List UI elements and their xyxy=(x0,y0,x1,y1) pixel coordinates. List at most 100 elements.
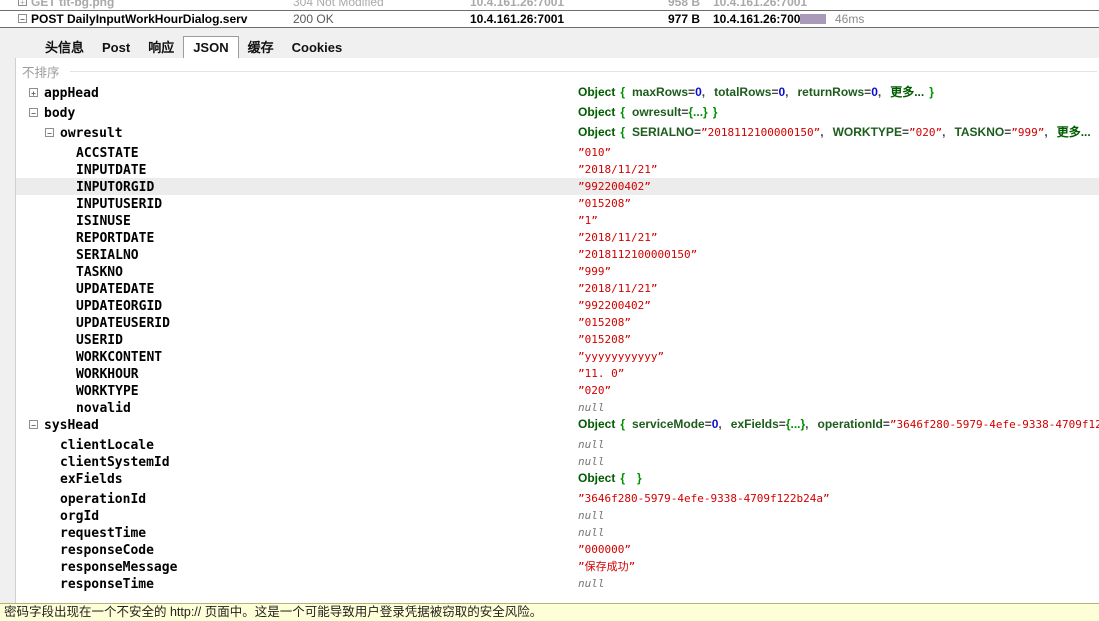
preview-close: } xyxy=(929,85,934,99)
json-value: ”992200402” xyxy=(578,297,651,314)
null-value: null xyxy=(578,509,605,522)
json-row-ACCSTATE: ACCSTATE ”010” xyxy=(16,144,1099,161)
request-time: 46ms xyxy=(835,12,865,26)
collapse-icon[interactable]: − xyxy=(29,108,38,118)
network-request-row[interactable]: − POST DailyInputWorkHourDialog.serv 200 O… xyxy=(0,11,1099,28)
preview-label: Object xyxy=(578,417,616,431)
json-value: null xyxy=(578,436,605,453)
json-value: ”保存成功” xyxy=(578,558,635,575)
collapse-icon[interactable]: − xyxy=(18,14,27,24)
json-row-sysHead[interactable]: − sysHead Object{serviceMode=0, exFields={.… xyxy=(16,416,1099,436)
preview-eq: = xyxy=(704,417,712,431)
request-size: 958 B xyxy=(667,0,700,9)
preview-str: ”3646f280-5979-4efe-9338-4709f122b24a” xyxy=(889,418,1099,431)
string-value: ”015208” xyxy=(578,197,631,210)
preview-name: owresult xyxy=(632,105,682,119)
json-value: ”11. 0” xyxy=(578,365,624,382)
json-row-responseMessage: responseMessage ”保存成功” xyxy=(16,558,1099,575)
json-key: owresult xyxy=(60,126,123,141)
preview-label: Object xyxy=(578,471,616,485)
sort-toggle-link[interactable]: 不排序 xyxy=(22,62,60,81)
json-row-WORKTYPE: WORKTYPE ”020” xyxy=(16,382,1099,399)
json-value: ”1” xyxy=(578,212,598,229)
preview-name: serviceMode xyxy=(632,417,705,431)
preview-eq: = xyxy=(694,125,702,139)
json-value: ”2018/11/21” xyxy=(578,229,657,246)
preview-label: Object xyxy=(578,125,616,139)
json-value: Object{maxRows=0, totalRows=0, returnRows=… xyxy=(578,84,934,101)
json-options-line: 不排序 xyxy=(16,58,1099,84)
json-row-UPDATEDATE: UPDATEDATE ”2018/11/21” xyxy=(16,280,1099,297)
string-value: ”015208” xyxy=(578,333,631,346)
preview-comma: , xyxy=(877,85,882,99)
json-row-orgId: orgId null xyxy=(16,507,1099,524)
json-key: body xyxy=(44,106,76,121)
json-row-clientSystemId: clientSystemId null xyxy=(16,453,1099,470)
json-row-appHead[interactable]: + appHead Object{maxRows=0, totalRows=0, ret… xyxy=(16,84,1099,104)
json-row-owresult[interactable]: − owresult Object{SERIALNO=”20181121000001… xyxy=(16,124,1099,144)
string-value: ”3646f280-5979-4efe-9338-4709f122b24a” xyxy=(578,492,830,505)
string-value: ”992200402” xyxy=(578,180,651,193)
preview-open: { xyxy=(620,417,626,431)
json-value: ”015208” xyxy=(578,331,631,348)
preview-open: { xyxy=(620,125,626,139)
string-value: ”020” xyxy=(578,384,612,397)
expand-icon[interactable]: + xyxy=(18,0,27,7)
preview-comma: , xyxy=(805,417,809,431)
json-value: ”3646f280-5979-4efe-9338-4709f122b24a” xyxy=(578,490,830,507)
request-status: 200 OK xyxy=(293,12,334,26)
json-value: ”yyyyyyyyyyy” xyxy=(578,348,664,365)
json-value: Object{owresult={...}} xyxy=(578,104,717,121)
collapse-icon[interactable]: − xyxy=(45,128,54,138)
string-value: ”11. 0” xyxy=(578,367,625,380)
network-request-row[interactable]: + GET tit-bg.png 304 Not Modified 10.4.161.… xyxy=(0,0,1099,11)
preview-eq: = xyxy=(688,85,696,99)
preview-more: 更多... xyxy=(890,85,925,99)
json-row-SERIALNO: SERIALNO ”2018112100000150” xyxy=(16,246,1099,263)
string-value: ”2018112100000150” xyxy=(578,248,698,261)
string-value: ”999” xyxy=(578,265,612,278)
preview-name: totalRows xyxy=(714,85,772,99)
json-row-INPUTORGID: INPUTORGID ”992200402” xyxy=(16,178,1099,195)
json-value: ”015208” xyxy=(578,314,631,331)
json-row-body[interactable]: − body Object{owresult={...}} xyxy=(16,104,1099,124)
string-value: ”1” xyxy=(578,214,598,227)
json-row-INPUTUSERID: INPUTUSERID ”015208” xyxy=(16,195,1099,212)
json-row-ISINUSE: ISINUSE ”1” xyxy=(16,212,1099,229)
string-value: ”992200402” xyxy=(578,299,651,312)
string-value: ”2018/11/21” xyxy=(578,231,658,244)
json-key: INPUTUSERID xyxy=(76,197,163,212)
string-value: ”2018/11/21” xyxy=(578,163,658,176)
preview-str: ”2018112100000150” xyxy=(701,126,821,139)
collapse-icon[interactable]: − xyxy=(29,420,38,430)
expand-icon[interactable]: + xyxy=(29,88,38,98)
json-value: Object{serviceMode=0, exFields={...}, oper… xyxy=(578,416,1099,433)
json-key: responseCode xyxy=(60,543,154,558)
json-value: ”2018/11/21” xyxy=(578,161,657,178)
json-row-requestTime: requestTime null xyxy=(16,524,1099,541)
string-value: ”2018/11/21” xyxy=(578,282,658,295)
preview-name: returnRows xyxy=(797,85,865,99)
preview-name: TASKNO xyxy=(954,125,1005,139)
preview-label: Object xyxy=(578,85,616,99)
preview-open: { xyxy=(620,85,626,99)
request-name: GET tit-bg.png xyxy=(31,0,115,9)
json-key: INPUTDATE xyxy=(76,163,147,178)
json-tree: + appHead Object{maxRows=0, totalRows=0, ret… xyxy=(16,84,1099,592)
preview-close: } xyxy=(712,105,718,119)
json-row-clientLocale: clientLocale null xyxy=(16,436,1099,453)
request-domain: 10.4.161.26:7001 xyxy=(470,12,565,26)
json-value: ”999” xyxy=(578,263,611,280)
preview-name: maxRows xyxy=(632,85,689,99)
json-row-novalid: novalid null xyxy=(16,399,1099,416)
json-value: ”010” xyxy=(578,144,611,161)
detail-tab-strip: 头信息 Post 响应 JSON 缓存 Cookies xyxy=(0,30,1099,61)
json-row-responseTime: responseTime null xyxy=(16,575,1099,592)
json-key: appHead xyxy=(44,86,99,101)
json-value: null xyxy=(578,399,605,416)
null-value: null xyxy=(578,526,605,539)
null-value: null xyxy=(578,577,605,590)
string-value: ”yyyyyyyyyyy” xyxy=(578,350,665,363)
json-key: WORKHOUR xyxy=(76,367,139,382)
json-value: ”020” xyxy=(578,382,611,399)
